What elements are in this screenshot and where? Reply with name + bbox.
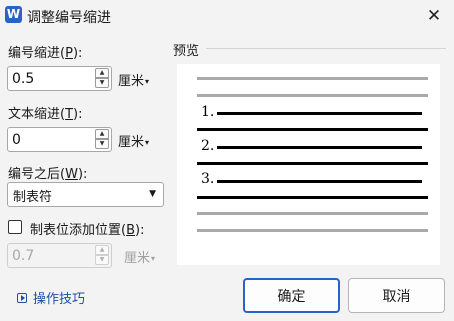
tab-position-label[interactable]: 制表位添加位置(B): [30,219,144,238]
text-indent-stepper[interactable]: ▲ ▼ [7,127,112,152]
after-number-select[interactable]: 制表符 ▼ [7,182,164,207]
tips-link[interactable]: 操作技巧 [17,288,85,307]
preview-line [197,229,428,232]
number-indent-increment-button[interactable]: ▲ [95,68,109,78]
preview-line [197,212,428,215]
preview-number: 1. [201,104,215,120]
caret-down-icon: ▾ [145,138,150,147]
preview-line [197,94,428,97]
tab-position-checkbox[interactable] [8,220,22,234]
number-indent-stepper[interactable]: ▲ ▼ [7,66,112,91]
cancel-button[interactable]: 取消 [348,278,445,313]
number-indent-unit-dropdown[interactable]: 厘米▾ [118,70,149,89]
preview-line [217,112,422,115]
number-indent-input[interactable] [12,69,92,88]
preview-line [197,77,428,80]
preview-line [197,196,428,199]
play-icon [17,292,27,303]
ok-button[interactable]: 确定 [243,278,340,313]
preview-number: 3. [201,171,215,187]
after-number-label: 编号之后(W): [8,167,88,182]
preview-divider [206,48,446,49]
text-indent-spin-buttons: ▲ ▼ [95,129,109,150]
preview-label: 预览 [173,44,200,59]
dialog-title: 调整编号缩进 [27,10,111,26]
preview-line [197,162,428,165]
preview-number: 2. [201,138,215,154]
text-indent-increment-button[interactable]: ▲ [95,129,109,139]
preview-line [217,146,422,149]
tab-position-input [12,246,92,265]
tab-position-increment-button: ▲ [95,245,109,255]
tab-position-decrement-button: ▼ [95,255,109,265]
after-number-value: 制表符 [13,190,53,205]
tab-position-spin-buttons: ▲ ▼ [95,245,109,266]
preview-area: 1. 2. 3. [177,64,440,265]
tab-position-stepper: ▲ ▼ [7,243,112,268]
text-indent-label: 文本缩进(T): [8,107,83,122]
wps-writer-icon: W [5,6,22,23]
number-indent-decrement-button[interactable]: ▼ [95,78,109,88]
tab-position-unit-dropdown: 厘米▾ [124,251,156,266]
text-indent-input[interactable] [12,130,92,149]
number-indent-spin-buttons: ▲ ▼ [95,68,109,89]
number-indent-label: 编号缩进(P): [8,46,83,61]
preview-line [217,180,422,183]
text-indent-decrement-button[interactable]: ▼ [95,139,109,149]
preview-line [197,128,428,131]
tips-label: 操作技巧 [33,292,86,307]
close-button[interactable]: ✕ [414,0,454,32]
caret-down-icon: ▾ [145,77,150,86]
chevron-down-icon: ▼ [149,189,156,199]
close-icon: ✕ [426,6,442,26]
text-indent-unit-dropdown[interactable]: 厘米▾ [118,131,149,150]
title-bar: W 调整编号缩进 ✕ [0,0,454,32]
caret-down-icon: ▾ [151,254,156,263]
